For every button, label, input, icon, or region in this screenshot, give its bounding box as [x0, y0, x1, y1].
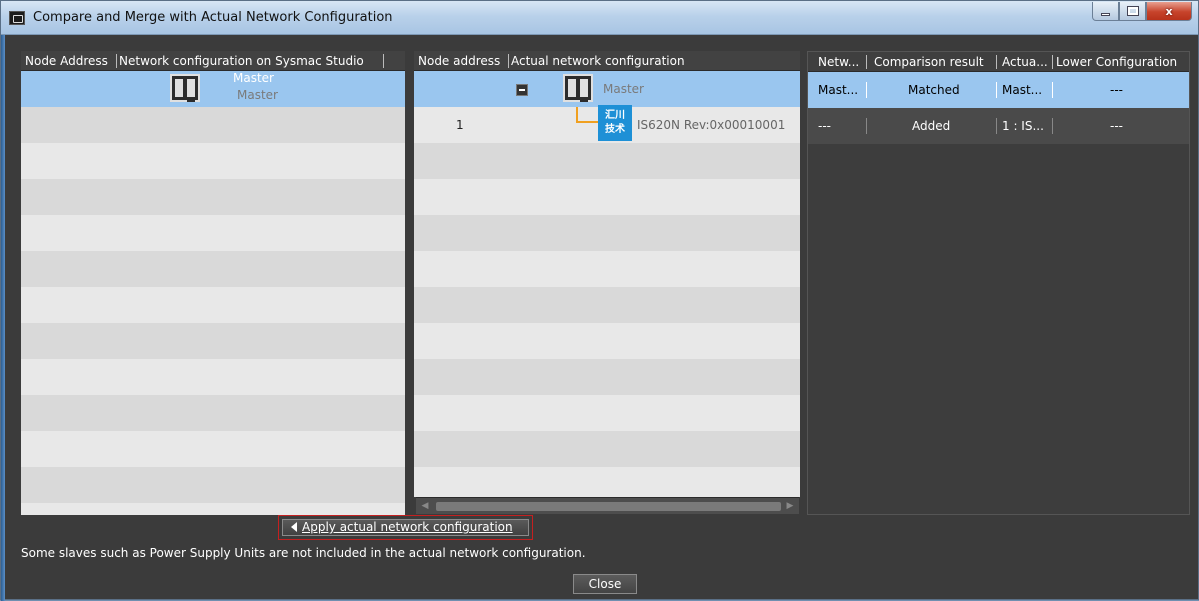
drive-icon-label: 技术	[605, 124, 625, 135]
actual-config-panel: Node address Actual network configuratio…	[414, 51, 800, 497]
window-edge	[1, 35, 5, 601]
collapse-icon[interactable]	[516, 84, 528, 96]
column-divider[interactable]	[996, 55, 997, 69]
network-cell: Mast...	[818, 83, 859, 97]
controller-node-icon	[563, 74, 593, 102]
cell-divider	[996, 82, 997, 98]
comparison-result-cell: Added	[912, 119, 951, 133]
empty-row	[21, 503, 405, 515]
empty-row	[414, 395, 800, 431]
empty-row	[21, 431, 405, 467]
network-cell: ---	[818, 119, 831, 133]
comparison-row[interactable]: Mast... Matched Mast... ---	[808, 72, 1189, 108]
col-network[interactable]: Netw...	[818, 52, 859, 72]
empty-row	[414, 359, 800, 395]
apply-button-label: Apply actual network configuration	[302, 520, 513, 534]
device-sub-name: Master	[237, 88, 278, 102]
col-lower-config[interactable]: Lower Configuration	[1056, 52, 1177, 72]
empty-row	[414, 251, 800, 287]
cell-divider	[1052, 118, 1053, 134]
empty-row	[414, 287, 800, 323]
empty-row	[21, 107, 405, 143]
empty-row	[414, 143, 800, 179]
empty-row	[21, 143, 405, 179]
app-icon	[9, 11, 25, 25]
col-node-address[interactable]: Node Address	[25, 51, 108, 71]
lower-config-cell: ---	[1110, 83, 1123, 97]
comparison-row[interactable]: --- Added 1 : IS... ---	[808, 108, 1189, 144]
column-divider[interactable]	[508, 54, 509, 68]
close-button[interactable]: Close	[573, 574, 637, 594]
column-divider[interactable]	[866, 55, 867, 69]
scroll-left-icon[interactable]: ◀	[419, 500, 431, 512]
lower-config-cell: ---	[1110, 119, 1123, 133]
empty-row	[21, 215, 405, 251]
tree-connector	[576, 121, 598, 123]
tree-row-slave-1[interactable]: 1 汇川 技术 IS620N Rev:0x00010001	[414, 105, 800, 143]
minimize-button[interactable]	[1092, 2, 1119, 21]
apply-button-highlight: Apply actual network configuration	[278, 515, 533, 540]
close-window-button[interactable]: x	[1146, 2, 1192, 21]
empty-row	[21, 323, 405, 359]
device-name: Master	[233, 71, 274, 85]
actual-config-header: Node address Actual network configuratio…	[414, 51, 800, 71]
controller-node-icon	[170, 74, 200, 102]
comparison-header: Netw... Comparison result Actua... Lower…	[808, 52, 1189, 72]
cell-divider	[866, 82, 867, 98]
horizontal-scrollbar[interactable]: ◀ ▶	[416, 497, 799, 514]
window-controls: x	[1092, 2, 1192, 21]
device-name: IS620N Rev:0x00010001	[637, 118, 786, 132]
empty-row	[414, 467, 800, 497]
sysmac-config-panel: Node Address Network configuration on Sy…	[21, 51, 405, 515]
empty-row	[414, 215, 800, 251]
column-divider[interactable]	[116, 54, 117, 68]
tree-row-master[interactable]: Master	[414, 71, 800, 107]
title-bar[interactable]: Compare and Merge with Actual Network Co…	[1, 1, 1198, 35]
actual-cell: Mast...	[1002, 83, 1043, 97]
empty-row	[21, 359, 405, 395]
comparison-result-cell: Matched	[908, 83, 960, 97]
col-sysmac-config[interactable]: Network configuration on Sysmac Studio	[119, 51, 364, 71]
actual-cell: 1 : IS...	[1002, 119, 1044, 133]
apply-actual-config-button[interactable]: Apply actual network configuration	[282, 519, 529, 536]
device-name: Master	[603, 82, 644, 96]
arrow-left-icon	[291, 522, 297, 532]
cell-divider	[866, 118, 867, 134]
comparison-panel: Netw... Comparison result Actua... Lower…	[807, 51, 1190, 515]
col-node-address[interactable]: Node address	[418, 51, 500, 71]
cell-divider	[996, 118, 997, 134]
column-divider[interactable]	[383, 54, 384, 68]
empty-row	[414, 179, 800, 215]
maximize-button[interactable]	[1119, 2, 1146, 21]
node-address: 1	[456, 118, 464, 132]
empty-row	[21, 395, 405, 431]
drive-icon-label: 汇川	[605, 110, 625, 121]
compare-merge-window: Compare and Merge with Actual Network Co…	[0, 0, 1199, 601]
scrollbar-thumb[interactable]	[436, 502, 781, 511]
empty-row	[21, 467, 405, 503]
scroll-right-icon[interactable]: ▶	[784, 500, 796, 512]
empty-row	[21, 251, 405, 287]
info-note: Some slaves such as Power Supply Units a…	[21, 546, 586, 560]
cell-divider	[1052, 82, 1053, 98]
sysmac-config-header: Node Address Network configuration on Sy…	[21, 51, 405, 71]
col-actual-config[interactable]: Actual network configuration	[511, 51, 685, 71]
col-actual[interactable]: Actua...	[1002, 52, 1048, 72]
minimize-icon	[1101, 12, 1110, 16]
col-comparison-result[interactable]: Comparison result	[874, 52, 984, 72]
empty-row	[414, 323, 800, 359]
empty-row	[21, 179, 405, 215]
window-title: Compare and Merge with Actual Network Co…	[33, 10, 393, 25]
servo-drive-icon: 汇川 技术	[598, 105, 632, 141]
close-icon: x	[1165, 4, 1173, 18]
empty-row	[414, 431, 800, 467]
empty-row	[21, 287, 405, 323]
tree-row-master[interactable]: Master Master	[21, 71, 405, 107]
maximize-icon	[1126, 6, 1139, 16]
column-divider[interactable]	[1052, 55, 1053, 69]
